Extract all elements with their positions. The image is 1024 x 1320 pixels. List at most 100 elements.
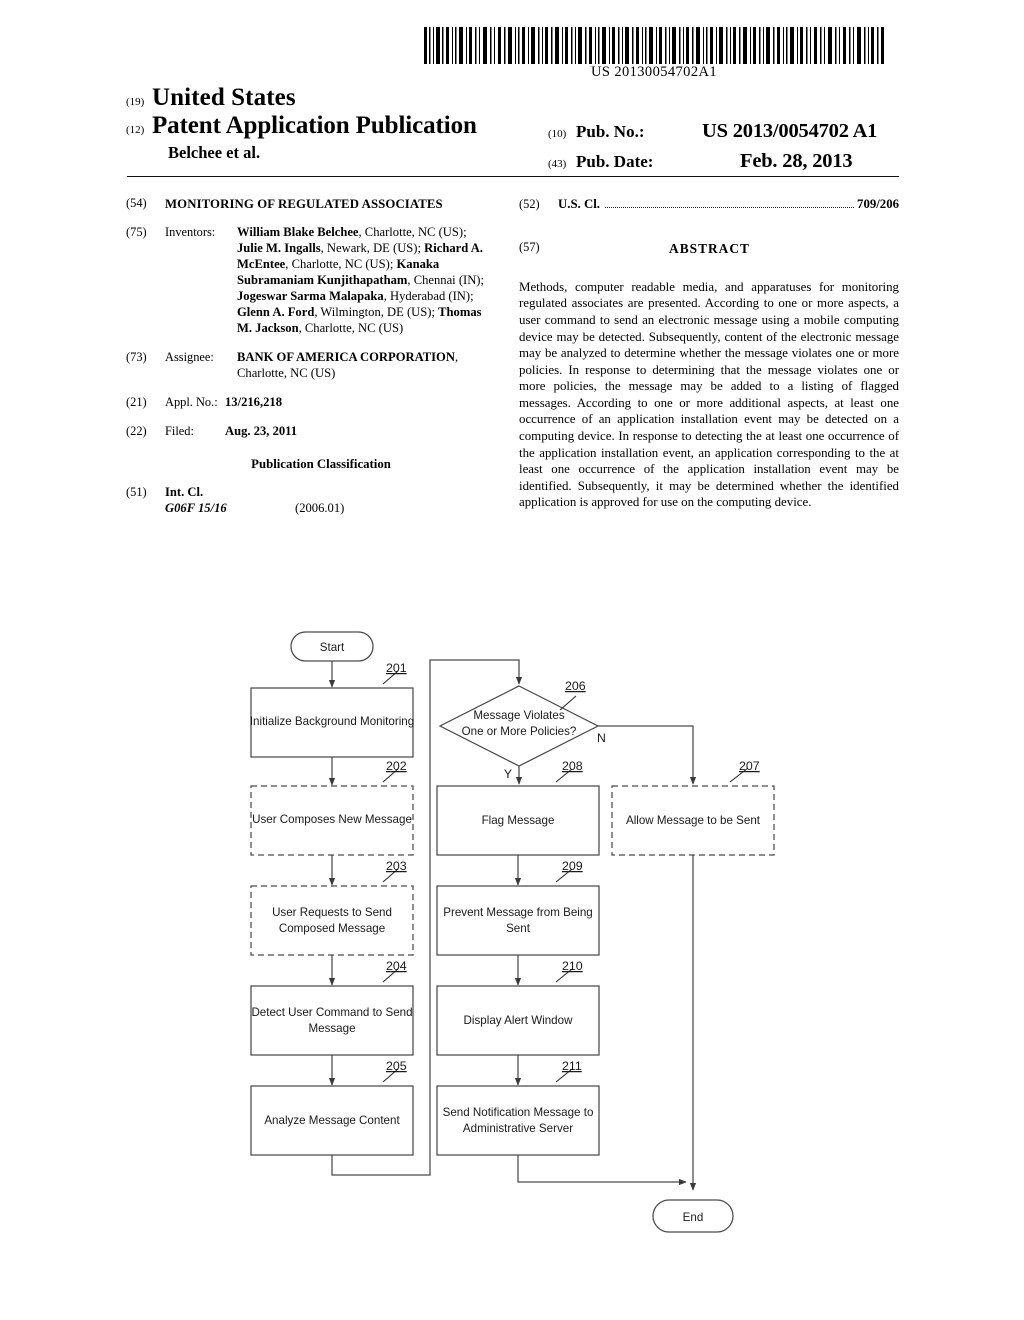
flow-ref-211: 211 (562, 1059, 582, 1073)
pub-date-value: Feb. 28, 2013 (740, 150, 853, 172)
flow-node-205: Analyze Message Content (250, 1085, 414, 1156)
field-filed: (22) Filed: Aug. 23, 2011 (126, 424, 486, 440)
flow-node-203-label: User Requests to Send (272, 906, 392, 919)
assignee-value: BANK OF AMERICA CORPORATION, Charlotte, … (237, 350, 486, 382)
barcode (422, 27, 886, 64)
flow-node-204-label: Detect User Command to Send (251, 1006, 412, 1019)
field-code-54: (54) (126, 196, 147, 210)
abstract-text: Methods, computer readable media, and ap… (519, 279, 899, 510)
doctype-line: (12) Patent Application Publication (126, 112, 546, 140)
flow-node-211-label: Send Notification Message to (443, 1106, 594, 1119)
field-code-51: (51) (126, 485, 147, 500)
flow-ref-205: 205 (386, 1059, 407, 1073)
field-code-75: (75) (126, 225, 147, 240)
us-cl-label: U.S. Cl. (558, 197, 600, 211)
int-cl-body: Int. Cl. G06F 15/16 (2006.01) (165, 485, 486, 517)
flow-node-206-label: Message Violates (473, 709, 565, 722)
document-type: Patent Application Publication (152, 112, 477, 139)
flow-node-207-label: Allow Message to be Sent (626, 814, 761, 827)
us-cl-value: 709/206 (857, 197, 899, 211)
country-name: United States (152, 84, 296, 111)
field-us-cl: (52) U.S. Cl. 709/206 (519, 196, 899, 213)
flow-ref-206: 206 (565, 679, 586, 693)
pub-no-row: (10) Pub. No.: US 2013/0054702 A1 (548, 120, 898, 143)
flow-node-205-label: Analyze Message Content (264, 1114, 400, 1127)
code-10: (10) (548, 128, 567, 140)
field-assignee: (73) Assignee: BANK OF AMERICA CORPORATI… (126, 350, 486, 382)
bibliographic-left-column: (54) MONITORING OF REGULATED ASSOCIATES … (126, 196, 486, 530)
flow-node-206-label-line2: One or More Policies? (462, 725, 577, 738)
flow-node-203: User Requests to Send Composed Message (250, 885, 414, 956)
flow-node-start: Start (290, 631, 374, 662)
flow-ref-203: 203 (386, 859, 407, 873)
author-line: Belchee et al. (168, 143, 261, 162)
flow-ref-210: 210 (562, 959, 583, 973)
field-code-73: (73) (126, 350, 147, 365)
country-line: (19) United States (126, 84, 546, 112)
dot-leader (604, 198, 855, 208)
header-left: (19) United States (12) Patent Applicati… (126, 84, 546, 140)
filed-value: Aug. 23, 2011 (225, 424, 298, 439)
flow-edge-211-to-end (517, 1155, 687, 1186)
flow-edge-205-to-206 (331, 659, 523, 1176)
abstract-title: ABSTRACT (669, 240, 750, 256)
flow-node-210: Display Alert Window (436, 985, 600, 1056)
flow-node-211: Send Notification Message to Administrat… (436, 1085, 600, 1156)
code-12: (12) (126, 124, 145, 136)
flow-node-201-label: Initialize Background Monitoring (250, 715, 414, 728)
int-cl-row: G06F 15/16 (2006.01) (165, 501, 486, 517)
field-code-57: (57) (519, 239, 540, 254)
flow-node-208: Flag Message (436, 785, 600, 856)
inventors-value: William Blake Belchee, Charlotte, NC (US… (237, 225, 484, 336)
field-code-21: (21) (126, 395, 147, 410)
field-title: (54) MONITORING OF REGULATED ASSOCIATES (126, 196, 486, 212)
flow-node-202-label: User Composes New Message (252, 813, 412, 826)
field-code-22: (22) (126, 424, 147, 439)
flow-node-204: Detect User Command to Send Message (250, 985, 414, 1056)
appl-no-value: 13/216,218 (225, 395, 283, 410)
flow-node-end-label: End (683, 1211, 704, 1224)
appl-no-label: Appl. No.: (165, 395, 218, 410)
barcode-number: US 20130054702A1 (590, 64, 718, 80)
flow-node-start-label: Start (320, 641, 345, 654)
flow-node-210-label: Display Alert Window (464, 1014, 574, 1027)
flow-node-211-label-line2: Administrative Server (463, 1122, 573, 1135)
flow-ref-208: 208 (562, 759, 583, 773)
assignee-label: Assignee: (165, 350, 214, 365)
invention-title: MONITORING OF REGULATED ASSOCIATES (165, 197, 443, 211)
flow-node-203-label-line2: Composed Message (279, 922, 385, 935)
field-inventors: (75) Inventors: William Blake Belchee, C… (126, 225, 486, 337)
flow-node-202: User Composes New Message (250, 785, 414, 856)
flow-node-209-label-line2: Sent (506, 922, 531, 935)
flow-label-no: N (597, 731, 606, 745)
int-cl-label: Int. Cl. (165, 485, 204, 500)
flow-node-208-label: Flag Message (482, 814, 555, 827)
code-19: (19) (126, 96, 145, 108)
int-cl-version: (2006.01) (295, 501, 345, 516)
header-divider (127, 176, 899, 177)
flow-node-206: Message Violates One or More Policies? (438, 685, 600, 767)
field-int-cl: (51) Int. Cl. G06F 15/16 (2006.01) (126, 485, 486, 517)
filed-label: Filed: (165, 424, 194, 439)
flow-ref-202: 202 (386, 759, 407, 773)
publication-classification-heading: Publication Classification (251, 457, 391, 472)
abstract-heading: (57) ABSTRACT (519, 240, 899, 257)
header-right: (10) Pub. No.: US 2013/0054702 A1 (43) P… (548, 120, 898, 180)
flow-node-209-label: Prevent Message from Being (443, 906, 593, 919)
pub-no-value: US 2013/0054702 A1 (702, 120, 878, 142)
field-appl-no: (21) Appl. No.: 13/216,218 (126, 395, 486, 411)
code-43: (43) (548, 158, 567, 170)
pub-date-label: Pub. Date: (576, 152, 654, 171)
flow-label-yes: Y (504, 767, 512, 781)
bibliographic-right-column: (52) U.S. Cl. 709/206 (57) ABSTRACT Meth… (519, 196, 899, 511)
flow-node-204-label-line2: Message (308, 1022, 355, 1035)
flow-ref-204: 204 (386, 959, 407, 973)
pub-no-label: Pub. No.: (576, 122, 645, 141)
flow-ref-201: 201 (386, 661, 407, 675)
pub-date-row: (43) Pub. Date: Feb. 28, 2013 (548, 150, 898, 173)
field-code-52: (52) (519, 197, 540, 211)
flow-node-207: Allow Message to be Sent (611, 785, 775, 856)
flow-ref-209: 209 (562, 859, 583, 873)
int-cl-symbol: G06F 15/16 (165, 501, 227, 516)
flow-ref-207: 207 (739, 759, 760, 773)
